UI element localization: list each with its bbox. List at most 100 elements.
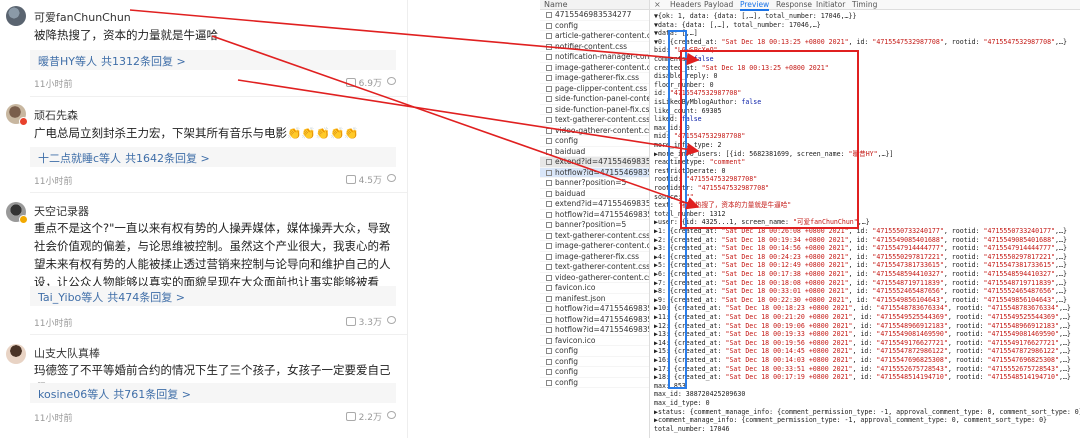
request-row[interactable]: side-function-panel-fix.css: [540, 105, 649, 115]
reply-users[interactable]: 十二点就睡c等人 共1642条回复 >: [38, 150, 210, 166]
thumbs-up-icon: [345, 78, 356, 87]
tab-response[interactable]: Response: [776, 0, 812, 9]
checkbox-icon: [546, 358, 552, 365]
request-row[interactable]: config: [540, 357, 649, 367]
request-row[interactable]: favicon.ico: [540, 283, 649, 294]
divider: [30, 192, 407, 193]
comment-bubble-icon[interactable]: [387, 316, 396, 324]
request-row[interactable]: extend?id=4715546983534277: [540, 157, 649, 168]
json-line[interactable]: total_number: 17046: [654, 425, 729, 434]
close-panel-button[interactable]: ×: [654, 0, 661, 9]
like-button[interactable]: 4.5万: [345, 173, 382, 186]
comment-username[interactable]: 可爱fanChunChun: [34, 9, 131, 25]
checkbox-icon: [546, 369, 552, 375]
request-row[interactable]: baiduad: [540, 189, 649, 199]
request-row[interactable]: side-function-panel-content.css: [540, 94, 649, 105]
replies-box[interactable]: 十二点就睡c等人 共1642条回复 >: [30, 147, 396, 167]
request-name: hotflow?id=47155469835...: [555, 325, 649, 334]
request-row[interactable]: extend?id=47155469835342...: [540, 199, 649, 210]
comment-bubble-icon[interactable]: [387, 77, 396, 85]
request-row[interactable]: image-gatherer-content.css: [540, 241, 649, 252]
like-button[interactable]: 6.9万: [345, 76, 382, 89]
checkbox-icon: [546, 106, 552, 113]
comment-bubble-icon[interactable]: [387, 411, 396, 419]
request-row[interactable]: article-gatherer-content.css: [540, 31, 649, 42]
reply-count[interactable]: 共761条回复 >: [113, 388, 191, 401]
checkbox-icon: [546, 127, 552, 134]
reply-users[interactable]: Tai_Yibo等人 共474条回复 >: [38, 289, 185, 305]
tab-initiator[interactable]: Initiator: [816, 0, 845, 9]
reply-users[interactable]: 暧昔HY等人 共1312条回复 >: [38, 53, 186, 69]
comment-username[interactable]: 天空记录器: [34, 203, 89, 219]
request-row[interactable]: banner?position=5: [540, 220, 649, 231]
checkbox-icon: [546, 306, 552, 312]
request-name: hotflow?id=4715546983534277: [555, 167, 649, 177]
request-name: config: [555, 367, 578, 376]
like-button[interactable]: 3.3万: [345, 315, 382, 328]
request-name: image-gatherer-content.css: [555, 241, 649, 250]
tab-payload[interactable]: Payload: [704, 0, 733, 9]
devtools-tabs: × Headers Payload Preview Response Initi…: [650, 0, 1080, 11]
replies-box[interactable]: Tai_Yibo等人 共474条回复 >: [30, 286, 396, 306]
request-row[interactable]: config: [540, 21, 649, 31]
request-row[interactable]: hotflow?id=4715546983534277: [540, 167, 649, 178]
request-row[interactable]: 4715546983534277: [540, 10, 649, 21]
request-row[interactable]: config: [540, 346, 649, 357]
request-row[interactable]: notification-manager-content...: [540, 52, 649, 63]
request-row[interactable]: banner?position=5: [540, 178, 649, 189]
checkbox-icon: [546, 54, 552, 60]
checkbox-icon: [546, 285, 552, 291]
request-row[interactable]: hotflow?id=47155469835...: [540, 325, 649, 336]
checkbox-icon: [546, 33, 552, 39]
avatar[interactable]: [6, 6, 26, 26]
comment-bubble-icon[interactable]: [387, 174, 396, 182]
replies-box[interactable]: kosine06等人 共761条回复 >: [30, 383, 396, 403]
request-name: hotflow?id=47155469835...: [555, 314, 649, 324]
like-count: 4.5万: [358, 176, 382, 186]
reply-count[interactable]: 共1642条回复 >: [125, 152, 210, 165]
request-rows: 4715546983534277 config article-gatherer-c…: [540, 10, 649, 388]
avatar[interactable]: [6, 344, 26, 364]
request-row[interactable]: manifest.json: [540, 294, 649, 304]
name-column-header[interactable]: Name: [540, 0, 649, 10]
divider: [30, 96, 407, 97]
comment-text: 被降热搜了，资本的力量就是牛逼哈: [34, 28, 218, 42]
request-row[interactable]: text-gatherer-content.css: [540, 115, 649, 126]
reply-count[interactable]: 共1312条回复 >: [101, 55, 186, 68]
request-row[interactable]: video-gatherer-content.css: [540, 273, 649, 283]
request-name: text-gatherer-content.css: [555, 115, 649, 124]
request-row[interactable]: baiduad: [540, 147, 649, 157]
request-row[interactable]: hotflow?id=47155469835...: [540, 210, 649, 220]
request-row[interactable]: page-clipper-content.css: [540, 84, 649, 94]
request-row[interactable]: text-gatherer-content.css: [540, 262, 649, 273]
checkbox-icon: [546, 169, 552, 176]
comment-username[interactable]: 山支大队真棒: [34, 345, 100, 361]
request-row[interactable]: text-gatherer-content.css: [540, 231, 649, 241]
request-name: side-function-panel-content.css: [555, 94, 649, 103]
request-row[interactable]: hotflow?id=47155469835...: [540, 304, 649, 315]
request-row[interactable]: image-gatherer-fix.css: [540, 252, 649, 262]
divider: [30, 334, 407, 335]
request-row[interactable]: config: [540, 367, 649, 378]
request-row[interactable]: config: [540, 136, 649, 147]
request-row[interactable]: image-gatherer-content.css: [540, 63, 649, 73]
request-row[interactable]: video-gatherer-content.css: [540, 126, 649, 136]
request-row[interactable]: hotflow?id=47155469835...: [540, 314, 649, 325]
comment-username[interactable]: 顽石先森: [34, 107, 78, 123]
request-row[interactable]: favicon.ico: [540, 335, 649, 346]
checkbox-icon: [546, 180, 552, 186]
reply-count[interactable]: 共474条回复 >: [107, 291, 185, 304]
request-row[interactable]: notifier-content.css: [540, 42, 649, 52]
checkbox-icon: [546, 337, 552, 344]
like-button[interactable]: 2.2万: [345, 410, 382, 423]
reply-users[interactable]: kosine06等人 共761条回复 >: [38, 386, 191, 402]
network-request-list: Name 4715546983534277 config article-gathe…: [540, 0, 650, 438]
request-row[interactable]: config: [540, 378, 649, 388]
replies-box[interactable]: 暧昔HY等人 共1312条回复 >: [30, 50, 396, 70]
request-name: favicon.ico: [555, 335, 596, 345]
tab-timing[interactable]: Timing: [852, 0, 877, 9]
json-line[interactable]: ▶18: {created_at: "Sat Dec 18 00:17:19 +…: [654, 373, 1071, 382]
tab-preview[interactable]: Preview: [740, 0, 770, 11]
request-row[interactable]: image-gatherer-fix.css: [540, 73, 649, 84]
tab-headers[interactable]: Headers: [670, 0, 701, 9]
